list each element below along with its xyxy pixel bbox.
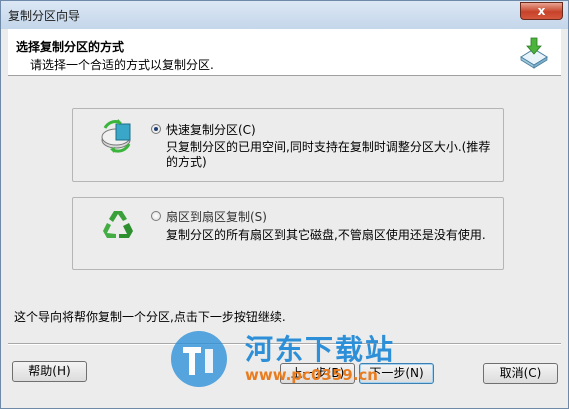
sector-copy-label[interactable]: 扇区到扇区复制(S) (166, 208, 267, 225)
option-fast-copy[interactable]: 快速复制分区(C) 只复制分区的已用空间,同时支持在复制时调整分区大小.(推荐的… (72, 108, 504, 182)
help-button[interactable]: 帮助(H) (12, 361, 87, 382)
header-title: 选择复制分区的方式 (16, 40, 125, 54)
option-sector-copy[interactable]: 扇区到扇区复制(S) 复制分区的所有扇区到其它磁盘,不管扇区使用还是没有使用. (72, 197, 504, 270)
fast-copy-description: 只复制分区的已用空间,同时支持在复制时调整分区大小.(推荐的方式) (166, 140, 491, 169)
cancel-button[interactable]: 取消(C) (483, 363, 558, 384)
fast-copy-disk-icon (101, 119, 131, 153)
sector-copy-description: 复制分区的所有扇区到其它磁盘,不管扇区使用还是没有使用. (166, 228, 486, 242)
watermark-text: 河东下载站 (245, 333, 396, 366)
recycle-icon (103, 211, 133, 238)
header-subtitle: 请选择一个合适的方式以复制分区. (30, 58, 214, 72)
wizard-header: 选择复制分区的方式 请选择一个合适的方式以复制分区. (8, 29, 561, 76)
fast-copy-label[interactable]: 快速复制分区(C) (166, 121, 256, 138)
window-title: 复制分区向导 (8, 9, 81, 23)
fast-copy-radio[interactable] (151, 124, 161, 134)
watermark-url: www.pc0359.cn (245, 366, 378, 384)
disk-arrow-icon (520, 37, 548, 69)
wizard-window: 复制分区向导 x 选择复制分区的方式 请选择一个合适的方式以复制分区. 快速复制… (0, 0, 569, 409)
close-button[interactable]: x (520, 2, 563, 20)
sector-copy-radio[interactable] (151, 211, 161, 221)
title-bar[interactable]: 复制分区向导 x (1, 1, 568, 29)
